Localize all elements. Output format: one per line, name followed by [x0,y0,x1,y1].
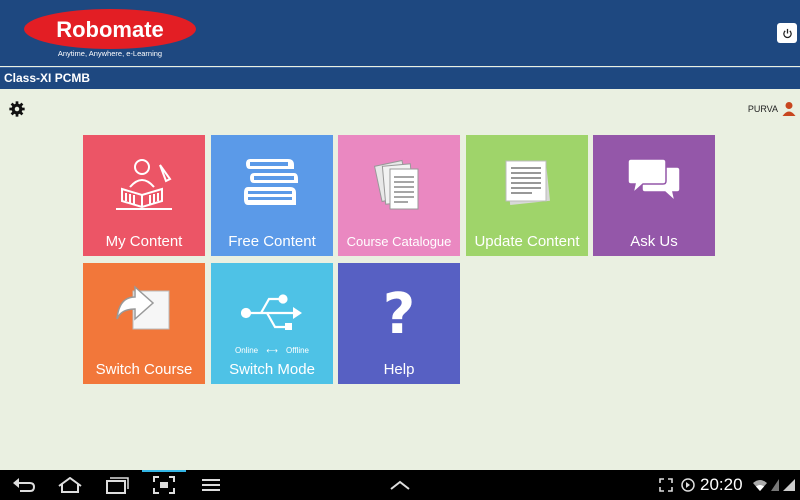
status-time: 20:20 [700,475,743,494]
tile-switch-course[interactable]: Switch Course [83,263,205,384]
user-profile[interactable]: PURVA [748,101,796,116]
system-nav-bar: 20:20 [0,470,800,500]
mode-indicator: Online ⟷ Offline [211,346,333,355]
battery-indicator [782,470,796,500]
power-icon [782,28,792,38]
books-icon [244,159,298,205]
user-icon [782,102,796,116]
class-bar: Class-XI PCMB [0,67,800,89]
fullscreen-indicator [657,470,675,500]
class-title: Class-XI PCMB [4,71,91,85]
user-name: PURVA [747,103,778,114]
recent-apps-icon [106,477,129,494]
tile-ask-us[interactable]: Ask Us [593,135,715,256]
documents-icon [374,159,419,210]
logo-text: Robomate [56,17,164,42]
app-drawer-button[interactable] [388,470,412,500]
home-icon [58,477,82,493]
power-button[interactable] [777,23,797,43]
back-icon [13,478,36,492]
tile-label: Switch Course [95,361,193,378]
mode-online: Online [234,346,259,355]
screenshot-button[interactable] [140,470,188,500]
screenshot-icon [153,476,175,494]
switch-arrow-icon [116,285,170,330]
tile-label: Free Content [228,233,316,250]
tile-course-catalogue[interactable]: Course Catalogue [338,135,460,256]
tile-free-content[interactable]: Free Content [211,135,333,256]
sync-indicator [679,470,697,500]
menu-button[interactable] [200,470,222,500]
tile-label: Switch Mode [229,361,315,378]
usb-icon [241,294,302,330]
document-icon [505,160,550,205]
wifi-indicator [751,470,769,500]
logo-tagline: Anytime, Anywhere, e-Learning [58,49,162,58]
recent-apps-button[interactable] [104,470,130,500]
tile-update-content[interactable]: Update Content [466,135,588,256]
sync-icon [681,478,695,492]
gear-icon[interactable] [8,100,26,118]
robomate-logo: Robomate Anytime, Anywhere, e-Learning [24,9,196,58]
tile-label: Help [383,361,415,378]
signal-indicator [770,470,780,500]
tile-label: Update Content [474,233,580,250]
question-icon: ? [383,283,415,343]
app-header: Robomate Anytime, Anywhere, e-Learning [0,0,800,66]
signal-icon [771,479,779,491]
mode-offline: Offline [286,346,310,355]
back-button[interactable] [10,470,38,500]
chevron-up-icon [390,480,410,490]
fullscreen-icon [659,478,673,492]
tile-label: Ask Us [630,233,678,250]
svg-text:?: ? [383,283,415,343]
tile-my-content[interactable]: My Content [83,135,205,256]
reader-icon [116,159,172,210]
menu-icon [202,479,220,491]
tile-help[interactable]: ? Help [338,263,460,384]
tile-label: Course Catalogue [346,234,452,249]
battery-icon [783,479,795,491]
tile-label: My Content [105,233,183,250]
swap-arrows-icon: ⟷ [266,346,278,355]
tile-switch-mode[interactable]: Online ⟷ Offline Switch Mode [211,263,333,384]
chat-icon [627,158,681,203]
wifi-icon [753,480,767,491]
home-button[interactable] [56,470,84,500]
